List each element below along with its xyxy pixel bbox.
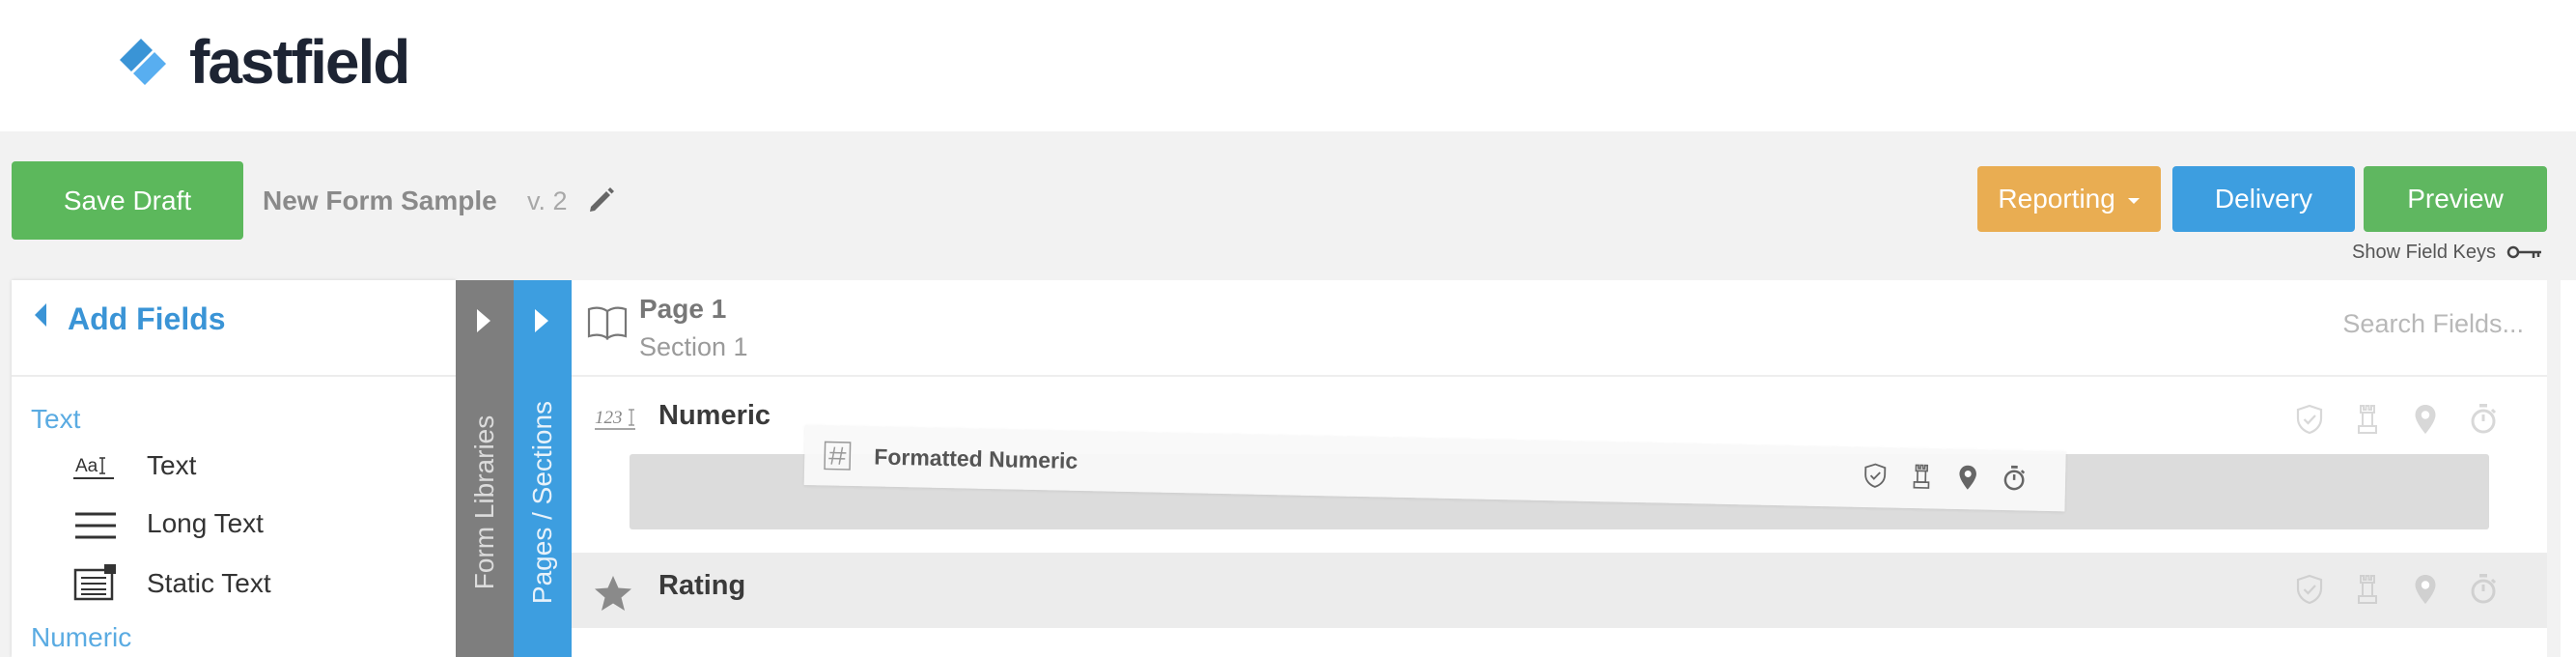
app-header: fastfield [0, 0, 2576, 131]
shield-icon[interactable] [2292, 402, 2327, 437]
form-version: v. 2 [527, 186, 568, 215]
category-text[interactable]: Text [31, 404, 80, 435]
numeric-icon: 123 [595, 408, 635, 430]
hash-icon [824, 441, 852, 471]
pencil-icon[interactable] [585, 184, 618, 216]
page-title[interactable]: Page 1 [639, 294, 726, 325]
section-title[interactable]: Section 1 [639, 332, 748, 362]
open-book-icon [587, 306, 628, 341]
field-row-rating[interactable]: Rating [572, 553, 2547, 628]
static-text-icon [73, 564, 116, 601]
category-numeric[interactable]: Numeric [31, 622, 131, 653]
stopwatch-icon[interactable] [2466, 572, 2501, 607]
right-edge-panel [2561, 280, 2576, 657]
delivery-button[interactable]: Delivery [2172, 166, 2355, 232]
key-icon[interactable] [2506, 243, 2543, 261]
chevron-right-icon [477, 309, 490, 332]
svg-text:Aa: Aa [75, 456, 98, 476]
pages-sections-tab[interactable]: Pages / Sections [514, 280, 572, 657]
save-draft-button[interactable]: Save Draft [12, 161, 243, 240]
search-fields-input[interactable] [1962, 303, 2526, 344]
field-item-label: Static Text [147, 568, 271, 598]
shield-icon[interactable] [2292, 572, 2327, 607]
long-text-icon [75, 512, 116, 539]
chess-rook-icon[interactable] [2350, 572, 2385, 607]
chevron-left-icon[interactable] [33, 301, 48, 328]
location-pin-icon[interactable] [2408, 402, 2443, 437]
caret-down-icon [2127, 197, 2140, 204]
location-pin-icon [1953, 463, 1983, 493]
field-item-label: Text [147, 450, 197, 480]
fastfield-logo-icon [120, 39, 166, 85]
field-item-label: Long Text [147, 508, 264, 538]
field-item-long-text[interactable]: Long Text [60, 506, 446, 545]
field-label-rating: Rating [658, 570, 746, 601]
numeric-icon-text: 123 [595, 408, 623, 428]
pages-sections-label: Pages / Sections [527, 400, 557, 605]
reporting-button[interactable]: Reporting [1977, 166, 2161, 232]
field-item-static-text[interactable]: Static Text [60, 564, 446, 603]
show-field-keys-label[interactable]: Show Field Keys [2352, 242, 2496, 264]
chevron-right-icon [535, 309, 548, 332]
chess-rook-icon [1907, 462, 1937, 492]
form-libraries-label: Form Libraries [469, 414, 499, 590]
panel-divider [12, 375, 456, 377]
brand-name: fastfield [189, 27, 410, 97]
add-fields-panel: Add Fields Text Aa Text Long Text Static… [12, 280, 456, 657]
star-icon [595, 576, 631, 611]
field-item-text[interactable]: Aa Text [60, 448, 446, 487]
stopwatch-icon [2000, 464, 2030, 494]
form-libraries-tab[interactable]: Form Libraries [456, 280, 514, 657]
canvas-divider [572, 375, 2547, 377]
stopwatch-icon[interactable] [2466, 402, 2501, 437]
preview-button[interactable]: Preview [2364, 166, 2547, 232]
shield-icon [1861, 461, 1890, 491]
dragging-field-label: Formatted Numeric [874, 443, 1078, 473]
field-label-numeric: Numeric [658, 400, 771, 431]
location-pin-icon[interactable] [2408, 572, 2443, 607]
text-field-icon: Aa [73, 456, 114, 479]
reporting-label: Reporting [1998, 184, 2115, 214]
add-fields-title[interactable]: Add Fields [68, 301, 226, 337]
chess-rook-icon[interactable] [2350, 402, 2385, 437]
form-name: New Form Sample [263, 186, 497, 215]
